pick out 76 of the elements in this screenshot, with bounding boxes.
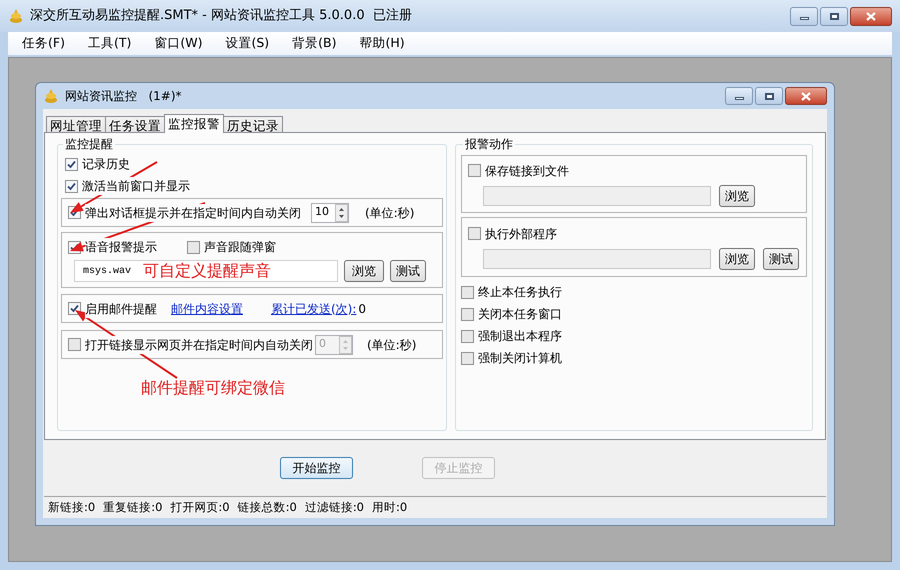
menu-item[interactable]: 背景(B) — [292, 34, 337, 53]
sent-count-link[interactable]: 累计已发送(次): — [271, 300, 356, 318]
checkbox-label: 执行外部程序 — [484, 224, 557, 242]
checkbox-label: 激活当前窗口并显示 — [82, 177, 190, 195]
checkbox[interactable] — [460, 308, 474, 320]
checkmark-icon — [67, 182, 76, 190]
maximize-button[interactable] — [755, 87, 783, 105]
window-title: 深交所互动易监控提醒.SMT* - 网站资讯监控工具 5.0.0.0 已注册 — [30, 7, 412, 26]
annotation-text: 邮件提醒可绑定微信 — [141, 377, 285, 399]
checkbox-label: 打开链接显示网页并在指定时间内自动关闭 — [85, 336, 313, 354]
checkbox-label: 强制退出本程序 — [478, 327, 562, 345]
sent-count: 0 — [358, 300, 366, 318]
tab[interactable]: 监控报警 — [164, 114, 224, 133]
checkbox-label: 强制关闭计算机 — [478, 349, 562, 367]
status-item: 打开网页:0 — [170, 498, 230, 516]
file-name: msys.wav — [83, 264, 132, 278]
status-item: 链接总数:0 — [238, 498, 297, 516]
unit-label: (单位:秒) — [367, 336, 416, 354]
dialog-button[interactable]: 浏览 — [718, 248, 755, 270]
checkbox[interactable] — [468, 164, 481, 177]
checkmark-icon — [70, 242, 79, 252]
checkbox[interactable] — [187, 240, 200, 254]
checkbox-label: 声音跟随弹窗 — [204, 238, 276, 256]
menu-item[interactable]: 设置(S) — [225, 34, 270, 53]
checkbox[interactable] — [65, 180, 78, 192]
email-settings-link[interactable]: 邮件内容设置 — [171, 300, 243, 318]
group-title: 报警动作 — [464, 136, 514, 153]
number-spinner[interactable]: 10 — [311, 202, 349, 222]
checkmark-icon — [70, 304, 79, 313]
dialog-button[interactable]: 测试 — [762, 248, 799, 270]
annotation-text: 可自定义提醒声音 — [143, 260, 272, 282]
checkbox[interactable] — [468, 227, 481, 240]
status-item: 重复链接:0 — [103, 498, 162, 516]
checkbox[interactable] — [68, 302, 81, 315]
spin-arrows-icon[interactable] — [335, 204, 348, 222]
dialog-button[interactable]: 测试 — [390, 260, 426, 282]
status-item: 新链接:0 — [48, 498, 96, 516]
checkbox-label: 语音报警提示 — [85, 238, 157, 256]
tab[interactable]: 任务设置 — [105, 116, 165, 133]
checkbox[interactable] — [65, 158, 78, 170]
group-title: 监控提醒 — [64, 136, 114, 153]
checkbox[interactable] — [68, 338, 81, 351]
status-item: 用时:0 — [372, 498, 408, 516]
close-button[interactable] — [850, 6, 892, 26]
checkbox[interactable] — [460, 352, 474, 364]
maximize-button[interactable] — [820, 6, 848, 26]
unit-label: (单位:秒) — [365, 204, 414, 222]
dialog-button[interactable]: 浏览 — [344, 260, 384, 282]
close-button[interactable] — [785, 87, 827, 105]
close-icon — [866, 12, 876, 20]
child-window-title: 网站资讯监控 (1#)* — [65, 88, 182, 105]
checkbox[interactable] — [460, 330, 474, 342]
checkbox-label: 启用邮件提醒 — [85, 300, 157, 318]
program-path-field[interactable] — [482, 248, 711, 268]
tab[interactable]: 历史记录 — [223, 116, 283, 133]
close-icon — [801, 92, 811, 100]
coin-stack-icon — [8, 8, 24, 24]
checkmark-icon — [67, 160, 76, 168]
checkbox-label: 记录历史 — [82, 155, 130, 173]
file-path-field[interactable] — [482, 186, 711, 206]
menu-item[interactable]: 任务(F) — [22, 34, 65, 53]
menu-item[interactable]: 工具(T) — [88, 34, 132, 53]
status-item: 过滤链接:0 — [304, 498, 364, 516]
checkbox-label: 弹出对话框提示并在指定时间内自动关闭 — [85, 204, 301, 222]
menu-item[interactable]: 窗口(W) — [154, 34, 202, 53]
checkbox-label: 终止本任务执行 — [478, 283, 562, 301]
menu-item[interactable]: 帮助(H) — [360, 34, 405, 53]
coin-stack-icon — [43, 88, 59, 104]
checkbox[interactable] — [460, 286, 474, 298]
dialog-button[interactable]: 浏览 — [718, 184, 755, 206]
sound-file-field[interactable]: msys.wav 可自定义提醒声音 — [74, 260, 338, 282]
tab[interactable]: 网址管理 — [46, 116, 106, 133]
monitor-button[interactable]: 开始监控 — [280, 457, 353, 479]
minimize-button[interactable] — [790, 6, 818, 26]
checkbox-label: 关闭本任务窗口 — [478, 305, 562, 323]
minimize-button[interactable] — [725, 87, 753, 105]
